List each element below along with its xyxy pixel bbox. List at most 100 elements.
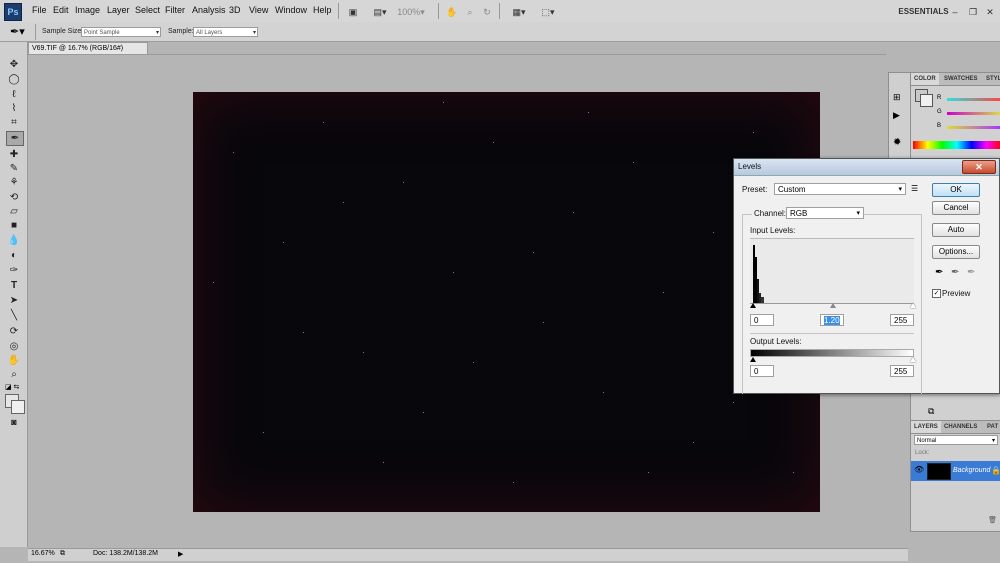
input-black-field[interactable]: 0 — [750, 314, 774, 326]
green-slider[interactable] — [947, 112, 1000, 115]
white-eyedropper-icon[interactable]: ✒ — [967, 267, 975, 278]
rotate-view-icon[interactable]: ↻ — [480, 4, 494, 20]
hand-tool-icon[interactable]: ✋ — [6, 354, 22, 367]
sample-dropdown[interactable]: All Layers ▾ — [193, 27, 258, 37]
view-extras-icon[interactable]: ▤▾ — [368, 4, 392, 20]
zoom-tool-icon[interactable]: ⌕ — [463, 4, 477, 20]
preview-checkbox[interactable]: ✓ — [932, 289, 941, 298]
background-color-chip[interactable] — [920, 94, 933, 107]
image-canvas[interactable] — [193, 92, 820, 512]
lasso-tool-icon[interactable]: ℓ — [6, 88, 22, 101]
layers-footer-icons[interactable]: 🗑 — [911, 514, 1000, 528]
options-button[interactable]: Options... — [932, 245, 980, 259]
launch-bridge-icon[interactable]: ▣ — [345, 4, 361, 20]
status-menu-arrow-icon[interactable]: ▶ — [178, 550, 183, 558]
history-panel-icon[interactable]: ⊞ — [893, 92, 901, 103]
menu-file[interactable]: File — [32, 5, 47, 15]
sample-size-dropdown[interactable]: Point Sample ▾ — [81, 27, 161, 37]
output-white-field[interactable]: 255 — [890, 365, 914, 377]
screen-mode-icon[interactable]: ⬚▾ — [536, 4, 560, 20]
minimize-icon[interactable]: – — [948, 4, 962, 20]
actions-panel-icon[interactable]: ▶ — [893, 110, 900, 121]
healing-brush-tool-icon[interactable]: ✚ — [6, 148, 22, 161]
line-tool-icon[interactable]: ╲ — [6, 309, 22, 322]
brush-tool-icon[interactable]: ✎ — [6, 162, 22, 175]
blue-slider[interactable] — [947, 126, 1000, 129]
status-zoom[interactable]: 16.67% — [31, 550, 55, 557]
3d-rotate-tool-icon[interactable]: ⟳ — [6, 325, 22, 338]
history-brush-tool-icon[interactable]: ⟲ — [6, 191, 22, 204]
preset-options-icon[interactable]: ☰ — [911, 184, 918, 193]
tab-color[interactable]: COLOR — [911, 73, 939, 85]
workspace-switcher[interactable]: ESSENTIALS ▾ — [895, 4, 952, 30]
zoom-level-dropdown[interactable]: 100%▾ — [396, 4, 426, 20]
tab-layers[interactable]: LAYERS — [911, 421, 941, 433]
eyedropper-preset-icon[interactable]: ✒▾ — [10, 25, 28, 39]
quick-mask-icon[interactable]: ◙ — [6, 416, 22, 429]
menu-window[interactable]: Window — [275, 5, 307, 15]
arrange-documents-icon[interactable]: ▦▾ — [507, 4, 531, 20]
channel-dropdown[interactable]: RGB ▾ — [786, 207, 864, 219]
menu-filter[interactable]: Filter — [165, 5, 185, 15]
layer-visibility-eye-icon[interactable]: 👁 — [914, 465, 924, 474]
move-tool-icon[interactable]: ✥ — [6, 58, 22, 71]
type-tool-icon[interactable]: T — [6, 279, 22, 292]
red-slider[interactable] — [947, 98, 1000, 101]
crop-tool-icon[interactable]: ⌗ — [6, 116, 22, 129]
menu-image[interactable]: Image — [75, 5, 100, 15]
panel-footer-icon[interactable]: ⧉ — [928, 406, 934, 417]
blend-mode-dropdown[interactable]: Normal ▾ — [914, 435, 998, 445]
levels-title-bar[interactable]: Levels — [734, 159, 999, 176]
gradient-tool-icon[interactable]: ■ — [6, 219, 22, 232]
gray-eyedropper-icon[interactable]: ✒ — [951, 267, 959, 278]
input-white-field[interactable]: 255 — [890, 314, 914, 326]
path-selection-tool-icon[interactable]: ➤ — [6, 294, 22, 307]
clone-stamp-tool-icon[interactable]: ⚘ — [6, 176, 22, 189]
3d-orbit-tool-icon[interactable]: ◎ — [6, 340, 22, 353]
preset-dropdown[interactable]: Custom ▾ — [774, 183, 906, 195]
pen-tool-icon[interactable]: ✑ — [6, 264, 22, 277]
auto-button[interactable]: Auto — [932, 223, 980, 237]
cancel-button[interactable]: Cancel — [932, 201, 980, 215]
hand-tool-icon[interactable]: ✋ — [445, 4, 459, 20]
menu-3d[interactable]: 3D — [229, 5, 241, 15]
input-white-slider[interactable] — [910, 303, 916, 308]
levels-close-icon[interactable]: ✕ — [962, 160, 996, 174]
eraser-tool-icon[interactable]: ▱ — [6, 205, 22, 218]
menu-select[interactable]: Select — [135, 5, 160, 15]
document-tab[interactable]: V69.TIF @ 16.7% (RGB/16#) — [28, 42, 148, 54]
menu-view[interactable]: View — [249, 5, 268, 15]
status-info-icon[interactable]: ⧉ — [60, 550, 65, 558]
tab-paths[interactable]: PAT — [984, 421, 1000, 433]
zoom-tool-icon[interactable]: ⌕ — [6, 368, 22, 381]
black-eyedropper-icon[interactable]: ✒ — [935, 267, 943, 278]
background-color-swatch[interactable] — [11, 400, 25, 414]
layer-row-background[interactable]: 👁 Background 🔒 — [911, 461, 1000, 481]
ok-button[interactable]: OK — [932, 183, 980, 197]
restore-icon[interactable]: ❐ — [966, 4, 980, 20]
input-gamma-slider[interactable] — [830, 303, 836, 308]
color-ramp[interactable] — [913, 141, 1000, 149]
marquee-tool-icon[interactable]: ◯ — [6, 73, 22, 86]
output-black-slider[interactable] — [750, 357, 756, 362]
color-panel: COLOR SWATCHES STYL R G B — [910, 72, 1000, 164]
brushes-panel-icon[interactable]: ✹ — [893, 137, 901, 148]
menu-analysis[interactable]: Analysis — [192, 5, 226, 15]
eyedropper-tool-icon[interactable]: ✒ — [6, 131, 24, 146]
dodge-tool-icon[interactable]: ◐ — [6, 249, 22, 262]
menu-layer[interactable]: Layer — [107, 5, 130, 15]
tab-channels[interactable]: CHANNELS — [941, 421, 980, 433]
quick-select-tool-icon[interactable]: ⌇ — [6, 102, 22, 115]
output-white-slider[interactable] — [910, 357, 916, 362]
input-gamma-field[interactable]: 1.20 — [820, 314, 844, 326]
tab-styles[interactable]: STYL — [983, 73, 1000, 85]
input-black-slider[interactable] — [750, 303, 756, 308]
blur-tool-icon[interactable]: 💧 — [6, 234, 22, 247]
menu-edit[interactable]: Edit — [53, 5, 69, 15]
channel-r-label: R — [937, 95, 942, 101]
swap-colors-icon[interactable]: ◪ ⇆ — [5, 383, 23, 391]
menu-help[interactable]: Help — [313, 5, 332, 15]
close-icon[interactable]: ✕ — [983, 4, 997, 20]
output-black-field[interactable]: 0 — [750, 365, 774, 377]
tab-swatches[interactable]: SWATCHES — [941, 73, 981, 85]
